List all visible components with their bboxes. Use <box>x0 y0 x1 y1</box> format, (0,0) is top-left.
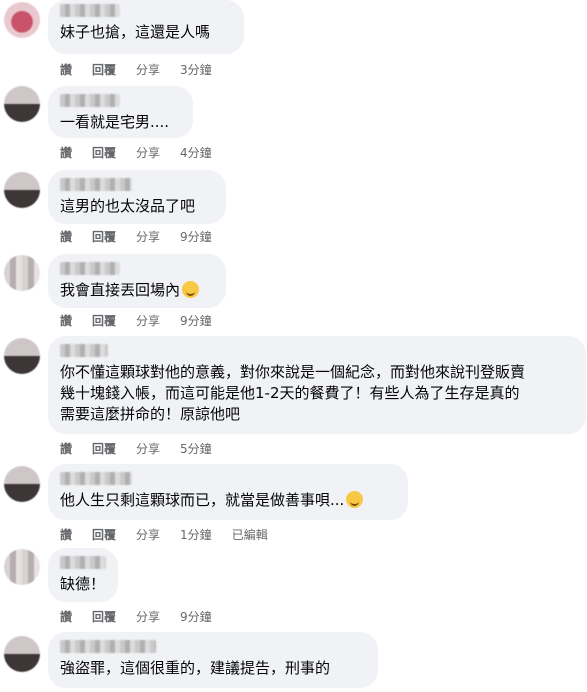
like-button[interactable]: 讚 <box>60 441 72 457</box>
timestamp[interactable]: 9分鐘 <box>180 229 212 245</box>
commenter-name[interactable] <box>60 262 120 275</box>
commenter-name[interactable] <box>60 556 106 569</box>
comment-bubble: 他人生只剩這顆球而已，就當是做善事唄... <box>48 464 408 520</box>
comment-text: 我會直接丟回場內 <box>60 280 214 301</box>
comment-text: 他人生只剩這顆球而已，就當是做善事唄... <box>60 490 396 511</box>
comment-bubble: 這男的也太沒品了吧 <box>48 170 226 224</box>
timestamp[interactable]: 9分鐘 <box>180 609 212 625</box>
comment-actions: 讚 回覆 分享 4分鐘 <box>60 145 232 161</box>
timestamp[interactable]: 9分鐘 <box>180 313 212 329</box>
comment-bubble: 你不懂這顆球對他的意義，對你來說是一個紀念，而對他來說刊登販賣 幾十塊錢入帳，而… <box>48 336 586 434</box>
avatar[interactable] <box>4 172 40 208</box>
comment-actions: 讚 回覆 分享 5分鐘 <box>60 441 232 457</box>
comment-actions: 讚 回覆 分享 9分鐘 <box>60 313 232 329</box>
reply-button[interactable]: 回覆 <box>92 62 116 78</box>
commenter-name[interactable] <box>60 4 120 17</box>
comment-text: 缺德！ <box>60 575 106 593</box>
comment-actions: 讚 回覆 分享 9分鐘 <box>60 229 232 245</box>
commenter-name[interactable] <box>60 94 120 107</box>
reply-button[interactable]: 回覆 <box>92 441 116 457</box>
like-button[interactable]: 讚 <box>60 609 72 625</box>
commenter-name[interactable] <box>60 344 108 357</box>
commenter-name[interactable] <box>60 178 132 191</box>
smiling-emoji-icon <box>346 491 364 508</box>
comment-bubble: 妹子也搶，這還是人嗎 <box>48 0 244 54</box>
rolling-laughing-emoji-icon <box>182 281 200 298</box>
comment-text: 你不懂這顆球對他的意義，對你來說是一個紀念，而對他來說刊登販賣 幾十塊錢入帳，而… <box>60 363 526 423</box>
comment-actions: 讚 回覆 分享 1分鐘 已編輯 <box>60 527 288 543</box>
avatar[interactable] <box>4 549 40 585</box>
share-button[interactable]: 分享 <box>136 609 160 625</box>
timestamp[interactable]: 3分鐘 <box>180 62 212 78</box>
share-button[interactable]: 分享 <box>136 145 160 161</box>
comment-text: 一看就是宅男.... <box>60 113 170 131</box>
like-button[interactable]: 讚 <box>60 145 72 161</box>
avatar[interactable] <box>4 466 40 502</box>
comment-text: 強盜罪，這個很重的，建議提告，刑事的 <box>60 659 331 677</box>
comment-bubble: 一看就是宅男.... <box>48 86 193 138</box>
share-button[interactable]: 分享 <box>136 313 160 329</box>
comment-bubble: 我會直接丟回場內 <box>48 254 226 308</box>
reply-button[interactable]: 回覆 <box>92 145 116 161</box>
timestamp[interactable]: 5分鐘 <box>180 441 212 457</box>
comment-text: 妹子也搶，這還是人嗎 <box>60 23 211 41</box>
share-button[interactable]: 分享 <box>136 62 160 78</box>
avatar[interactable] <box>4 338 40 374</box>
like-button[interactable]: 讚 <box>60 62 72 78</box>
reply-button[interactable]: 回覆 <box>92 609 116 625</box>
like-button[interactable]: 讚 <box>60 527 72 543</box>
like-button[interactable]: 讚 <box>60 313 72 329</box>
reply-button[interactable]: 回覆 <box>92 527 116 543</box>
avatar[interactable] <box>4 636 40 672</box>
commenter-name[interactable] <box>60 640 156 653</box>
commenter-name[interactable] <box>60 472 132 485</box>
avatar[interactable] <box>4 2 40 38</box>
share-button[interactable]: 分享 <box>136 527 160 543</box>
like-button[interactable]: 讚 <box>60 229 72 245</box>
timestamp[interactable]: 4分鐘 <box>180 145 212 161</box>
edited-label[interactable]: 已編輯 <box>232 527 268 543</box>
avatar[interactable] <box>4 255 40 291</box>
comment-bubble: 強盜罪，這個很重的，建議提告，刑事的 <box>48 632 378 688</box>
share-button[interactable]: 分享 <box>136 229 160 245</box>
avatar[interactable] <box>4 86 40 122</box>
share-button[interactable]: 分享 <box>136 441 160 457</box>
reply-button[interactable]: 回覆 <box>92 313 116 329</box>
comment-actions: 讚 回覆 分享 9分鐘 <box>60 609 232 625</box>
comment-text: 這男的也太沒品了吧 <box>60 197 196 215</box>
comment-actions: 讚 回覆 分享 3分鐘 <box>60 62 232 78</box>
timestamp[interactable]: 1分鐘 <box>180 527 212 543</box>
comment-bubble: 缺德！ <box>48 548 118 602</box>
reply-button[interactable]: 回覆 <box>92 229 116 245</box>
